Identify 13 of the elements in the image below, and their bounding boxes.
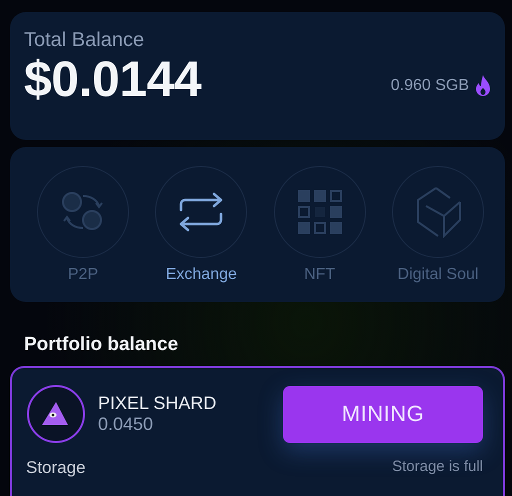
- storage-label: Storage: [26, 458, 86, 478]
- exchange-icon: [177, 192, 226, 232]
- asset-amount: 0.0450: [98, 414, 154, 435]
- grid-icon: [296, 188, 343, 234]
- mining-button[interactable]: MINING: [283, 386, 483, 442]
- flame-icon: [475, 75, 491, 97]
- storage-status: Storage is full: [392, 458, 483, 477]
- balance-amount: $0.0144: [24, 52, 202, 107]
- asset-name: PIXEL SHARD: [98, 393, 218, 414]
- token-amount: 0.960 SGB: [390, 77, 469, 95]
- triangle-creature-icon: [26, 384, 86, 444]
- section-title: Portfolio balance: [24, 334, 180, 356]
- balance-label: Total Balance: [24, 29, 146, 52]
